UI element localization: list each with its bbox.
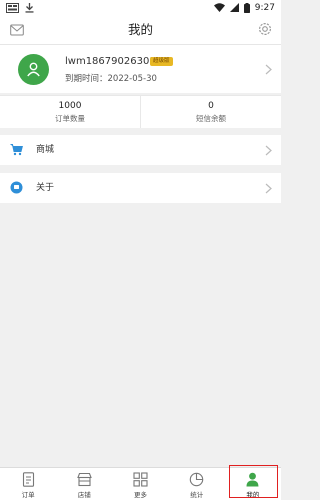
pie-chart-icon	[189, 472, 204, 487]
menu-item-about[interactable]: 关于	[0, 173, 281, 203]
menu-item-mall[interactable]: 商城	[0, 135, 281, 165]
gear-icon[interactable]	[257, 21, 273, 37]
stat-label: 短信余额	[196, 114, 226, 123]
tab-label: 我的	[246, 491, 260, 499]
tab-label: 订单	[21, 491, 35, 499]
status-bar: 9:27	[0, 0, 281, 15]
app-header: 我的	[0, 15, 281, 45]
expire-date: 到期时间：2022-05-30	[65, 74, 157, 84]
tab-more[interactable]: 更多	[112, 468, 168, 500]
profile-card[interactable]: lwm18679026301 超级版 到期时间：2022-05-30	[0, 45, 281, 93]
info-icon	[10, 181, 23, 194]
menu-item-label: 关于	[36, 183, 55, 193]
notification-app-icon	[6, 2, 19, 13]
person-icon	[27, 62, 40, 77]
cart-icon	[10, 144, 23, 156]
tab-orders[interactable]: 订单	[0, 468, 56, 500]
tab-me[interactable]: 我的	[225, 465, 281, 500]
chevron-right-icon	[265, 183, 272, 194]
page-title: 我的	[127, 22, 153, 37]
stat-label: 订单数量	[55, 114, 85, 123]
store-icon	[77, 472, 92, 487]
stats-row: 1000 订单数量 0 短信余额	[0, 95, 281, 128]
username: lwm18679026301	[65, 56, 156, 67]
wifi-icon	[213, 3, 225, 12]
menu-item-label: 商城	[36, 145, 55, 155]
tab-store[interactable]: 店铺	[56, 468, 112, 500]
stat-value: 1000	[58, 101, 82, 111]
chevron-right-icon	[265, 64, 272, 75]
tab-statistics[interactable]: 统计	[169, 468, 225, 500]
battery-icon	[243, 2, 250, 13]
tab-label: 店铺	[77, 491, 91, 499]
stat-orders[interactable]: 1000 订单数量	[0, 96, 140, 128]
signal-icon	[229, 3, 239, 12]
vip-badge: 超级版	[150, 57, 173, 66]
bottom-tab-bar: 订单 店铺 更多 统计 我的	[0, 465, 281, 500]
grid-icon	[133, 472, 148, 487]
stat-value: 0	[208, 101, 214, 111]
tab-label: 统计	[190, 491, 204, 499]
download-icon	[25, 2, 34, 13]
chevron-right-icon	[265, 145, 272, 156]
document-icon	[22, 472, 34, 487]
stat-sms-balance[interactable]: 0 短信余额	[140, 96, 281, 128]
tab-label: 更多	[134, 491, 147, 499]
status-time: 9:27	[254, 2, 275, 13]
avatar[interactable]	[18, 54, 49, 85]
person-icon	[246, 472, 259, 487]
